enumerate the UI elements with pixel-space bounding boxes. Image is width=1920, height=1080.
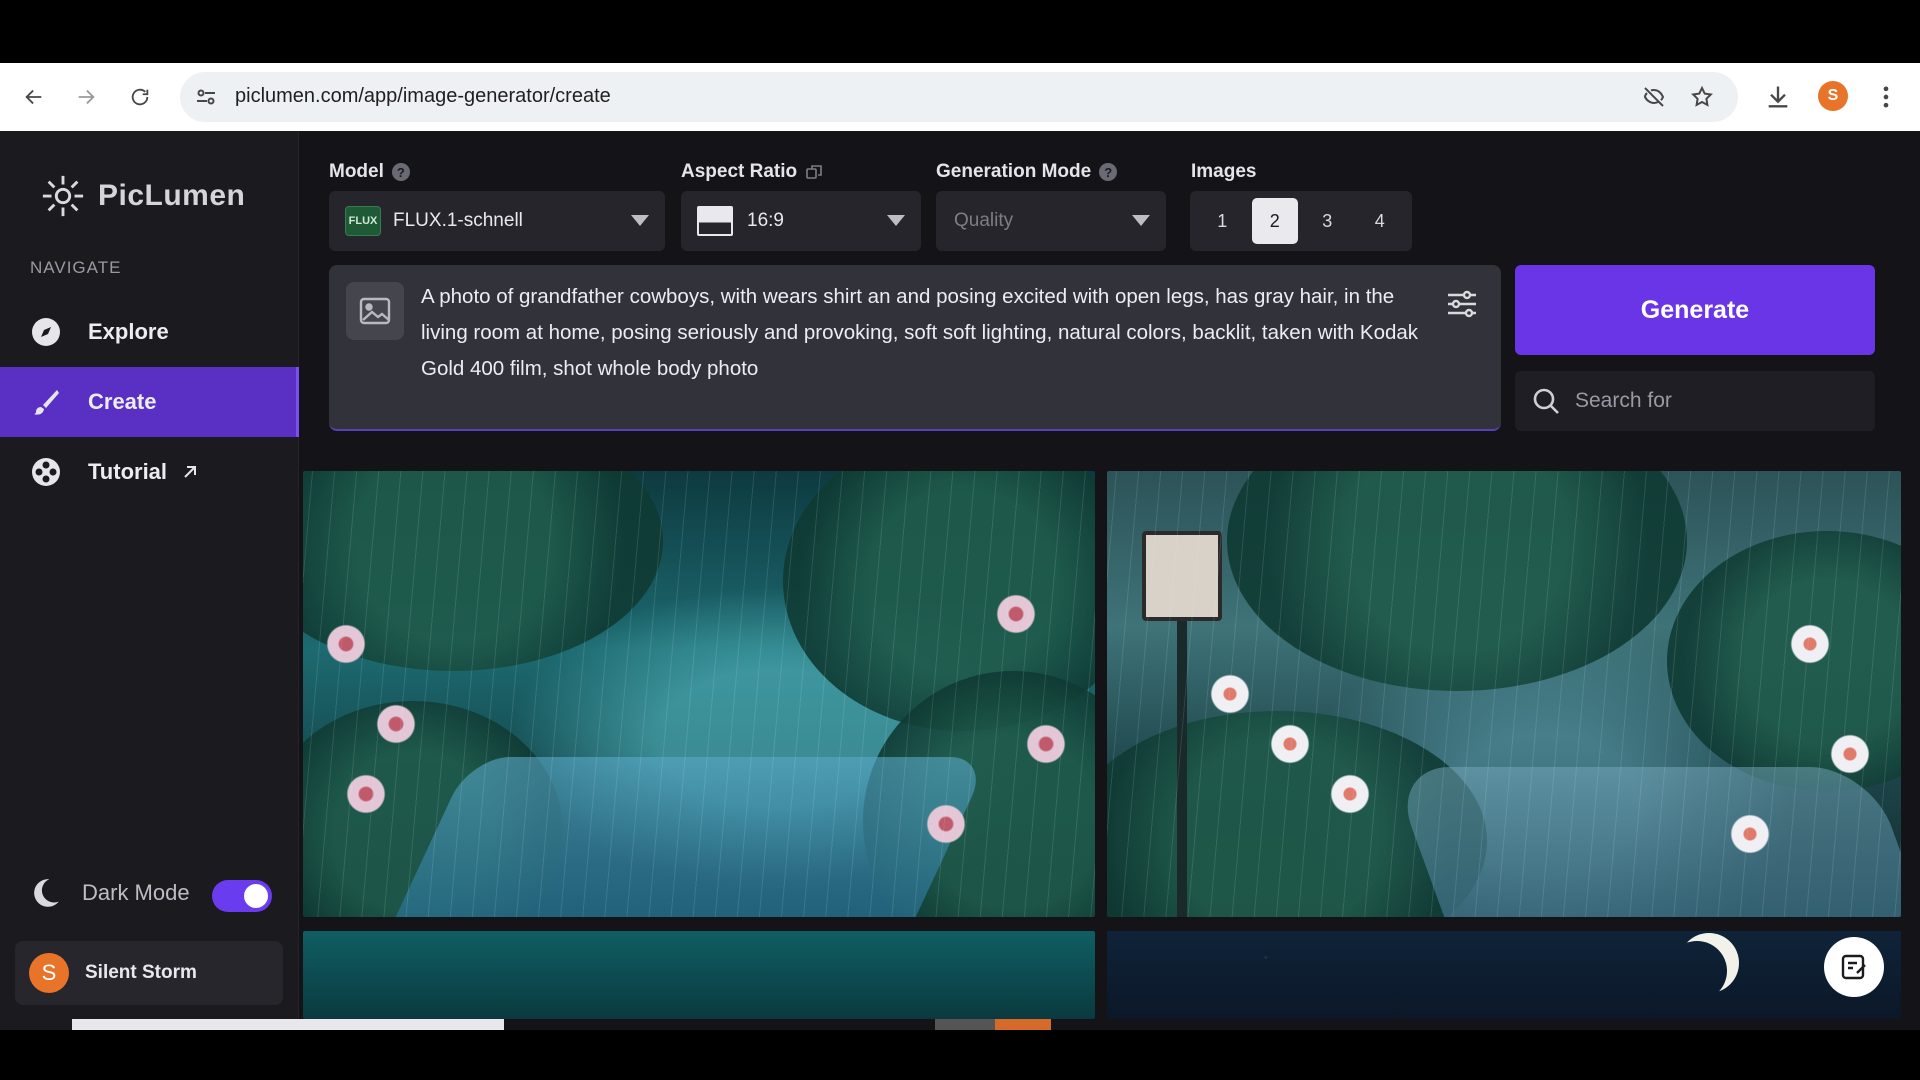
browser-profile-avatar[interactable]: S — [1818, 81, 1848, 111]
model-label-text: Model — [329, 161, 384, 182]
image-count-selector: 1 2 3 4 — [1190, 191, 1412, 251]
generation-mode-value: Quality — [954, 210, 1014, 231]
letterbox-top — [0, 0, 1920, 63]
crescent-moon — [1667, 941, 1727, 1001]
model-select[interactable]: FLUX FLUX.1-schnell — [329, 191, 665, 251]
image-count-option-4[interactable]: 4 — [1357, 198, 1403, 244]
nav-heading: NAVIGATE — [30, 258, 122, 277]
dark-mode-label: Dark Mode — [82, 880, 190, 905]
search-box[interactable] — [1515, 371, 1875, 431]
back-icon[interactable] — [20, 83, 48, 111]
generated-image-2[interactable] — [1107, 471, 1901, 917]
sidebar-item-explore[interactable]: Explore — [0, 297, 299, 367]
sidebar-item-tutorial[interactable]: Tutorial — [0, 437, 299, 507]
search-input[interactable] — [1575, 389, 1855, 413]
help-icon[interactable]: ? — [391, 163, 410, 181]
search-icon — [1533, 388, 1559, 414]
generation-mode-label-text: Generation Mode — [936, 161, 1092, 182]
images-label: Images — [1191, 161, 1256, 183]
user-name: Silent Storm — [85, 962, 197, 983]
reload-icon[interactable] — [126, 83, 154, 111]
sidebar-item-create[interactable]: Create — [0, 367, 299, 437]
sunburst-logo-icon — [42, 175, 84, 217]
generation-mode-label: Generation Mode ? — [936, 161, 1118, 183]
bookmark-star-icon[interactable] — [1690, 85, 1714, 109]
kebab-menu-icon[interactable] — [1872, 83, 1900, 111]
chevron-down-icon — [631, 215, 649, 226]
sidebar-item-label: Create — [88, 389, 157, 414]
model-label: Model ? — [329, 161, 410, 183]
video-progress-strip-accent — [995, 1019, 1051, 1030]
aspect-ratio-value: 16:9 — [747, 210, 784, 231]
dark-mode-toggle[interactable] — [212, 880, 272, 912]
sliders-icon[interactable] — [1445, 287, 1479, 321]
toggle-knob — [244, 884, 268, 908]
model-value: FLUX.1-schnell — [393, 210, 523, 231]
film-reel-icon — [32, 458, 60, 486]
aspect-ratio-select[interactable]: 16:9 — [681, 191, 921, 251]
chevron-down-icon — [887, 215, 905, 226]
chevron-down-icon — [1132, 215, 1150, 226]
generated-image-4[interactable] — [1107, 931, 1901, 1019]
help-icon[interactable]: ? — [1099, 163, 1118, 181]
brush-icon — [34, 390, 59, 415]
avatar: S — [29, 953, 69, 993]
generated-image-3[interactable] — [303, 931, 1095, 1019]
image-upload-icon[interactable] — [346, 282, 404, 340]
video-progress-strip — [72, 1019, 504, 1030]
sidebar: PicLumen NAVIGATE Explore Create Tutoria… — [0, 131, 299, 1030]
address-bar[interactable]: piclumen.com/app/image-generator/create — [180, 72, 1738, 122]
generated-image-1[interactable] — [303, 471, 1095, 917]
url-text[interactable]: piclumen.com/app/image-generator/create — [235, 85, 611, 108]
forward-icon[interactable] — [72, 83, 100, 111]
prompt-box[interactable]: A photo of grandfather cowboys, with wea… — [329, 265, 1501, 431]
sidebar-item-label: Tutorial — [88, 459, 168, 484]
site-settings-icon[interactable] — [194, 85, 218, 109]
video-progress-strip-dark — [935, 1019, 995, 1030]
logo-text: PicLumen — [98, 179, 246, 212]
images-label-text: Images — [1191, 161, 1257, 182]
image-count-option-1[interactable]: 1 — [1199, 198, 1245, 244]
flux-model-badge: FLUX — [345, 206, 381, 236]
dark-mode-row: Dark Mode — [28, 876, 190, 910]
aspect-ratio-label-text: Aspect Ratio — [681, 161, 798, 182]
image-count-option-2[interactable]: 2 — [1251, 198, 1298, 244]
download-icon[interactable] — [1764, 83, 1792, 111]
external-link-icon — [184, 466, 197, 478]
browser-toolbar: piclumen.com/app/image-generator/create … — [0, 63, 1920, 131]
prompt-textarea[interactable]: A photo of grandfather cowboys, with wea… — [421, 279, 1421, 387]
sidebar-item-label: Explore — [88, 319, 169, 344]
generation-mode-select[interactable]: Quality — [936, 191, 1166, 251]
moon-icon — [34, 879, 59, 907]
aspect-ratio-label: Aspect Ratio — [681, 161, 823, 183]
compass-icon — [32, 318, 60, 346]
edit-note-icon[interactable] — [1824, 937, 1884, 997]
user-card[interactable]: S Silent Storm — [15, 941, 283, 1005]
aspect-ratio-icon — [697, 206, 733, 236]
link-icon[interactable] — [805, 163, 823, 181]
eye-off-icon[interactable] — [1642, 85, 1666, 109]
image-count-option-3[interactable]: 3 — [1304, 198, 1350, 244]
generate-button[interactable]: Generate — [1515, 265, 1875, 355]
logo[interactable]: PicLumen — [40, 173, 245, 219]
letterbox-bottom — [0, 1030, 1920, 1080]
app-root: PicLumen NAVIGATE Explore Create Tutoria… — [0, 131, 1920, 1030]
